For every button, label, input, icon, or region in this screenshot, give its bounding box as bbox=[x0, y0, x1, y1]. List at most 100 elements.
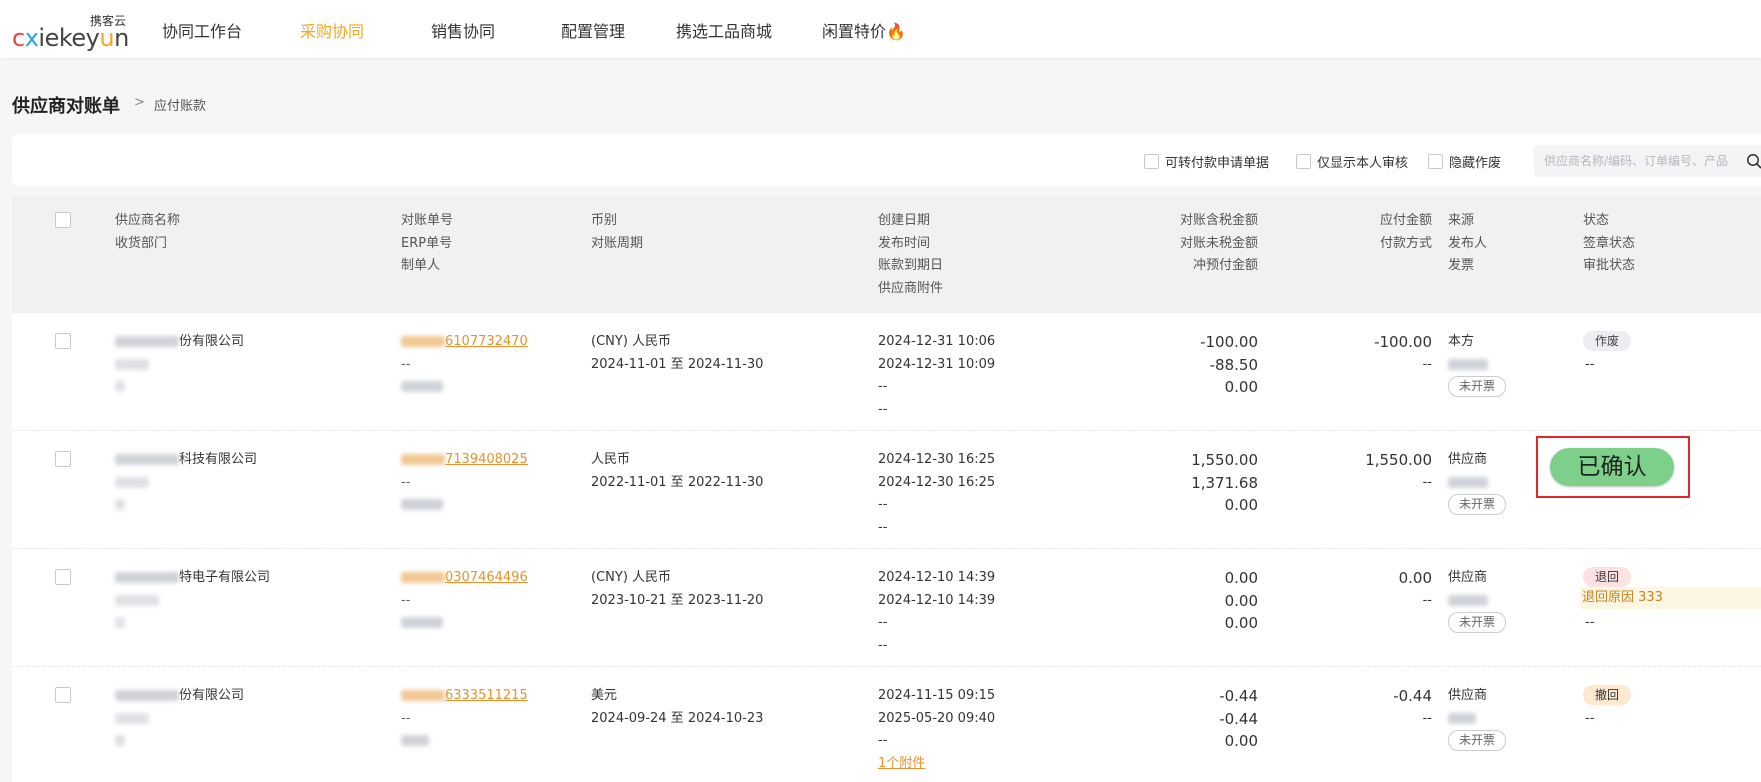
redacted-text bbox=[115, 454, 179, 465]
table-row[interactable]: 份有限公司 6333511215 -- 美元 2024-09-24 至 2024-… bbox=[12, 667, 1761, 782]
dates-cell: 2024-12-30 16:25 2024-12-30 16:25 -- -- bbox=[878, 452, 996, 535]
header-supplier: 供应商名称 收货部门 bbox=[115, 213, 181, 251]
redacted-text bbox=[115, 690, 179, 701]
nav-item-idle-sale[interactable]: 闲置特价🔥 bbox=[822, 18, 906, 42]
nav-item-workbench[interactable]: 协同工作台 bbox=[162, 18, 242, 42]
checkbox-box[interactable] bbox=[1144, 154, 1159, 169]
row-checkbox[interactable] bbox=[55, 451, 71, 467]
filter-hide-void-label: 隐藏作废 bbox=[1449, 156, 1502, 171]
bill-number-link[interactable]: 6107732470 bbox=[401, 334, 528, 349]
brand-name-en: cxiekeyun bbox=[12, 24, 129, 52]
search-input[interactable] bbox=[1544, 151, 1732, 171]
status-cell: 作废 -- bbox=[1583, 331, 1632, 376]
status-badge-confirmed: 已确认 bbox=[1550, 448, 1674, 486]
breadcrumb-current: 应付账款 bbox=[154, 99, 207, 114]
currency-cell: (CNY) 人民币 2024-11-01 至 2024-11-30 bbox=[591, 334, 764, 372]
redacted-text bbox=[1448, 358, 1488, 370]
supplier-cell: 科技有限公司 bbox=[115, 449, 257, 517]
table-row[interactable]: 科技有限公司 7139408025 -- 人民币 2022-11-01 至 202… bbox=[12, 431, 1761, 549]
redacted-text bbox=[115, 358, 149, 370]
currency-cell: (CNY) 人民币 2023-10-21 至 2023-11-20 bbox=[591, 570, 764, 608]
filter-convertible-label: 可转付款申请单据 bbox=[1165, 156, 1270, 171]
dates-cell: 2024-12-10 14:39 2024-12-10 14:39 -- -- bbox=[878, 570, 996, 653]
bill-number-link[interactable]: 7139408025 bbox=[401, 452, 528, 467]
return-reason: 退回原因 333 bbox=[1580, 587, 1761, 609]
amounts-cell: 1,550.00 1,371.68 0.00 bbox=[1191, 451, 1258, 514]
redacted-text bbox=[115, 336, 179, 347]
supplier-cell: 份有限公司 bbox=[115, 331, 244, 399]
row-checkbox[interactable] bbox=[55, 569, 71, 585]
redacted-text bbox=[115, 594, 159, 606]
invoice-status-badge: 未开票 bbox=[1448, 494, 1507, 515]
breadcrumb-chevron-icon: > bbox=[134, 95, 145, 110]
payable-cell: 1,550.00 -- bbox=[1365, 451, 1432, 490]
source-cell: 本方 未开票 bbox=[1448, 331, 1507, 399]
flame-icon: 🔥 bbox=[886, 22, 906, 41]
header-currency: 币别 对账周期 bbox=[591, 213, 644, 251]
table-row[interactable]: 份有限公司 6107732470 -- (CNY) 人民币 2024-11-01 … bbox=[12, 313, 1761, 431]
checkbox-box[interactable] bbox=[1428, 154, 1443, 169]
source-cell: 供应商 未开票 bbox=[1448, 449, 1507, 517]
header-bill: 对账单号 ERP单号 制单人 bbox=[401, 213, 454, 273]
redacted-text bbox=[1448, 594, 1488, 606]
header-payable: 应付金额 付款方式 bbox=[1379, 213, 1432, 251]
redacted-text bbox=[115, 476, 149, 488]
payable-cell: -0.44 -- bbox=[1393, 687, 1432, 726]
amounts-cell: 0.00 0.00 0.00 bbox=[1224, 569, 1258, 632]
redacted-text bbox=[401, 617, 443, 628]
checkbox-box[interactable] bbox=[1296, 154, 1311, 169]
bill-cell: 0307464496 -- bbox=[401, 567, 528, 635]
select-all-checkbox[interactable] bbox=[55, 212, 71, 228]
table-header: 供应商名称 收货部门 对账单号 ERP单号 制单人 币别 对账周期 创建日期 发布时间 账款… bbox=[12, 196, 1761, 313]
nav-item-config[interactable]: 配置管理 bbox=[561, 18, 625, 42]
redacted-text bbox=[401, 499, 443, 510]
source-cell: 供应商 未开票 bbox=[1448, 567, 1507, 635]
source-cell: 供应商 未开票 bbox=[1448, 685, 1507, 753]
header-dates: 创建日期 发布时间 账款到期日 供应商附件 bbox=[878, 213, 944, 296]
invoice-status-badge: 未开票 bbox=[1448, 612, 1507, 633]
redacted-text bbox=[1448, 476, 1488, 488]
filter-convertible-checkbox[interactable]: 可转付款申请单据 bbox=[1144, 152, 1269, 171]
redacted-text bbox=[115, 735, 125, 746]
brand-logo[interactable]: 携客云 cxiekeyun bbox=[12, 12, 129, 52]
bill-cell: 6107732470 -- bbox=[401, 331, 528, 399]
search-box bbox=[1534, 145, 1761, 177]
amounts-cell: -0.44 -0.44 0.00 bbox=[1219, 687, 1258, 750]
attachment-link[interactable]: 1个附件 bbox=[878, 756, 925, 771]
filter-hide-void-checkbox[interactable]: 隐藏作废 bbox=[1428, 152, 1501, 171]
payable-cell: -100.00 -- bbox=[1374, 333, 1432, 372]
currency-cell: 美元 2024-09-24 至 2024-10-23 bbox=[591, 688, 764, 726]
supplier-cell: 份有限公司 bbox=[115, 685, 244, 753]
bill-number-link[interactable]: 0307464496 bbox=[401, 570, 528, 585]
highlight-box: 已确认 bbox=[1536, 436, 1690, 498]
nav-item-sales[interactable]: 销售协同 bbox=[431, 18, 495, 42]
header-amounts: 对账含税金额 对账未税金额 冲预付金额 bbox=[1179, 213, 1258, 273]
invoice-status-badge: 未开票 bbox=[1448, 376, 1507, 397]
header-source: 来源 发布人 发票 bbox=[1448, 213, 1488, 273]
status-badge: 撤回 bbox=[1583, 685, 1632, 705]
redacted-text bbox=[115, 617, 125, 628]
redacted-text bbox=[115, 381, 125, 392]
nav-item-mall[interactable]: 携选工品商城 bbox=[676, 18, 772, 42]
nav-item-procurement[interactable]: 采购协同 bbox=[300, 18, 364, 42]
bill-cell: 6333511215 -- bbox=[401, 685, 528, 753]
supplier-cell: 特电子有限公司 bbox=[115, 567, 270, 635]
redacted-text bbox=[115, 572, 179, 583]
approval-status: -- bbox=[1585, 615, 1595, 630]
table-row[interactable]: 特电子有限公司 0307464496 -- (CNY) 人民币 2023-10-2… bbox=[12, 549, 1761, 667]
currency-cell: 人民币 2022-11-01 至 2022-11-30 bbox=[591, 452, 764, 490]
redacted-text bbox=[401, 381, 443, 392]
row-checkbox[interactable] bbox=[55, 687, 71, 703]
redacted-text bbox=[115, 499, 125, 510]
bill-number-link[interactable]: 6333511215 bbox=[401, 688, 528, 703]
row-checkbox[interactable] bbox=[55, 333, 71, 349]
page-title[interactable]: 供应商对账单 bbox=[12, 92, 120, 118]
header-status: 状态 签章状态 审批状态 bbox=[1583, 213, 1636, 273]
amounts-cell: -100.00 -88.50 0.00 bbox=[1200, 333, 1258, 396]
search-icon[interactable] bbox=[1746, 153, 1761, 169]
nav-item-idle-sale-label: 闲置特价 bbox=[822, 22, 887, 41]
filter-own-review-checkbox[interactable]: 仅显示本人审核 bbox=[1296, 152, 1408, 171]
status-badge: 退回 bbox=[1583, 567, 1632, 587]
redacted-text bbox=[401, 735, 429, 746]
filter-own-review-label: 仅显示本人审核 bbox=[1317, 156, 1409, 171]
